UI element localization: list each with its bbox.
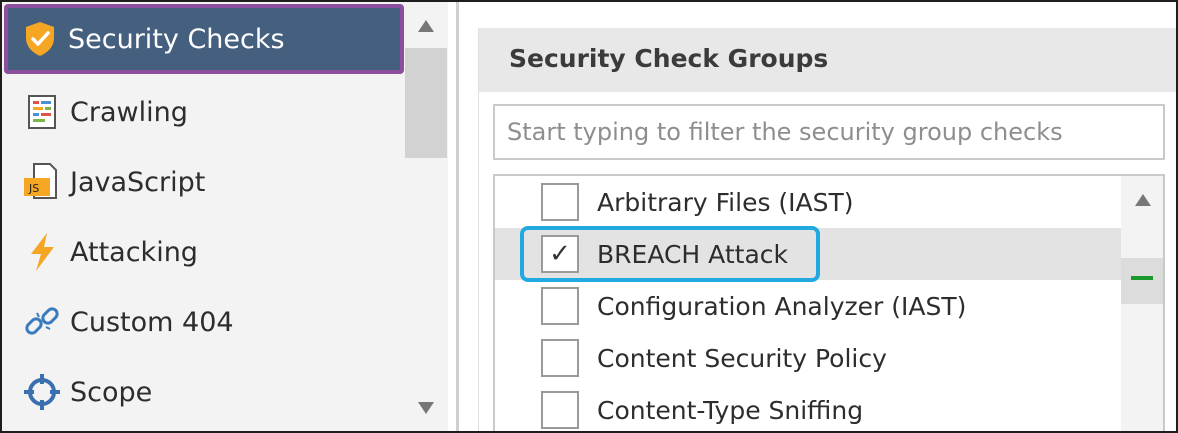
scroll-up-arrow-icon[interactable]	[1135, 194, 1151, 206]
sidebar-scroll-thumb[interactable]	[405, 48, 447, 158]
sidebar-item-scope[interactable]: Scope	[6, 360, 402, 424]
security-check-list: Arbitrary Files (IAST) ✓ BREACH Attack C…	[493, 174, 1165, 431]
sidebar-item-label: Security Checks	[68, 23, 285, 55]
checkbox[interactable]	[541, 183, 579, 221]
highlight-callout	[520, 226, 820, 282]
document-icon	[20, 90, 64, 134]
shield-check-icon	[18, 17, 62, 61]
list-item-label: Content Security Policy	[597, 343, 887, 373]
pane-divider[interactable]	[456, 2, 459, 431]
javascript-file-icon: JS	[20, 160, 64, 204]
sidebar-item-security-checks[interactable]: Security Checks	[4, 4, 404, 74]
sidebar-item-crawling[interactable]: Crawling	[6, 80, 402, 144]
crosshair-icon	[20, 370, 64, 414]
scroll-down-arrow-icon[interactable]	[418, 402, 434, 414]
sidebar-item-label: Crawling	[70, 96, 188, 128]
lightning-icon	[20, 230, 64, 274]
list-item-label: Content-Type Sniffing	[597, 395, 864, 425]
list-item[interactable]: Arbitrary Files (IAST)	[495, 176, 1121, 228]
list-item[interactable]: Content Security Policy	[495, 332, 1121, 384]
list-scrollbar[interactable]	[1121, 176, 1163, 431]
sidebar-item-label: JavaScript	[70, 166, 206, 198]
list-item-label: Arbitrary Files (IAST)	[597, 187, 854, 217]
scroll-position-marker	[1131, 276, 1153, 280]
list-item-label: Configuration Analyzer (IAST)	[597, 291, 967, 321]
filter-input[interactable]	[493, 104, 1165, 160]
checkbox[interactable]	[541, 287, 579, 325]
sidebar-item-attacking[interactable]: Attacking	[6, 220, 402, 284]
panel-title: Security Check Groups	[509, 44, 829, 73]
settings-sidebar: Security Checks Crawling JS JavaScript A…	[2, 2, 404, 431]
scroll-up-arrow-icon[interactable]	[418, 20, 434, 32]
sidebar-item-custom-404[interactable]: Custom 404	[6, 290, 402, 354]
checkbox[interactable]	[541, 391, 579, 429]
sidebar-item-javascript[interactable]: JS JavaScript	[6, 150, 402, 214]
list-item[interactable]: Content-Type Sniffing	[495, 384, 1121, 431]
sidebar-scrollbar[interactable]	[404, 2, 448, 431]
list-scroll-thumb[interactable]	[1121, 258, 1163, 304]
list-item[interactable]: Configuration Analyzer (IAST)	[495, 280, 1121, 332]
sidebar-item-label: Custom 404	[70, 306, 234, 338]
security-check-groups-panel: Security Check Groups Arbitrary Files (I…	[478, 28, 1176, 431]
svg-text:JS: JS	[28, 182, 39, 195]
sidebar-item-label: Attacking	[70, 236, 198, 268]
broken-link-icon	[20, 300, 64, 344]
panel-header: Security Check Groups	[479, 28, 1176, 92]
checkbox[interactable]	[541, 339, 579, 377]
sidebar-item-label: Scope	[70, 376, 153, 408]
app-window: Security Checks Crawling JS JavaScript A…	[0, 0, 1178, 433]
